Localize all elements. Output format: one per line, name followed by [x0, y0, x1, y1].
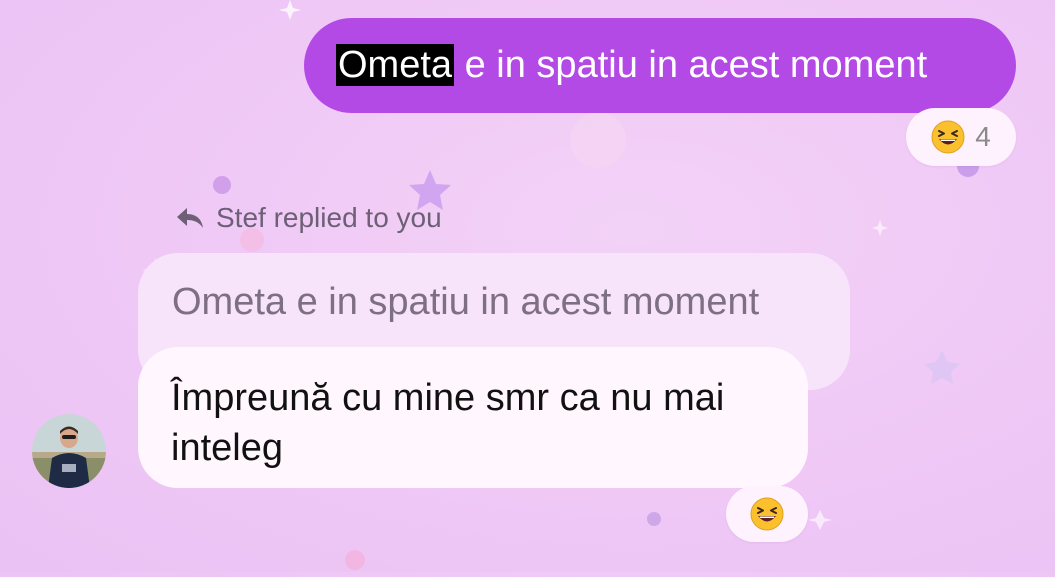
- avatar-image: [32, 414, 106, 488]
- reaction-count: 4: [975, 121, 991, 152]
- sent-message-text: e in spatiu in acest moment: [454, 44, 928, 86]
- highlighted-word[interactable]: Ometa: [336, 44, 455, 86]
- laughing-face-emoji-icon: [750, 497, 784, 531]
- sent-message-bubble[interactable]: Ometa e in spatiu in acest moment: [304, 18, 1016, 113]
- reply-arrow-icon: [177, 208, 203, 228]
- received-message-line-1: Împreună cu mine smr ca nu mai: [171, 377, 725, 419]
- sent-message-reaction[interactable]: 4: [906, 108, 1016, 166]
- received-message-line-2: inteleg: [171, 427, 283, 469]
- quoted-message-text: Ometa e in spatiu in acest moment: [172, 281, 760, 323]
- laughing-face-emoji-icon: [931, 120, 965, 154]
- sender-avatar[interactable]: [32, 414, 106, 488]
- reply-indicator: Stef replied to you: [174, 200, 442, 236]
- received-message-bubble[interactable]: Împreună cu mine smr ca nu mai inteleg: [138, 347, 808, 488]
- reply-label-text: Stef replied to you: [216, 202, 442, 233]
- received-message-reaction[interactable]: [726, 486, 808, 542]
